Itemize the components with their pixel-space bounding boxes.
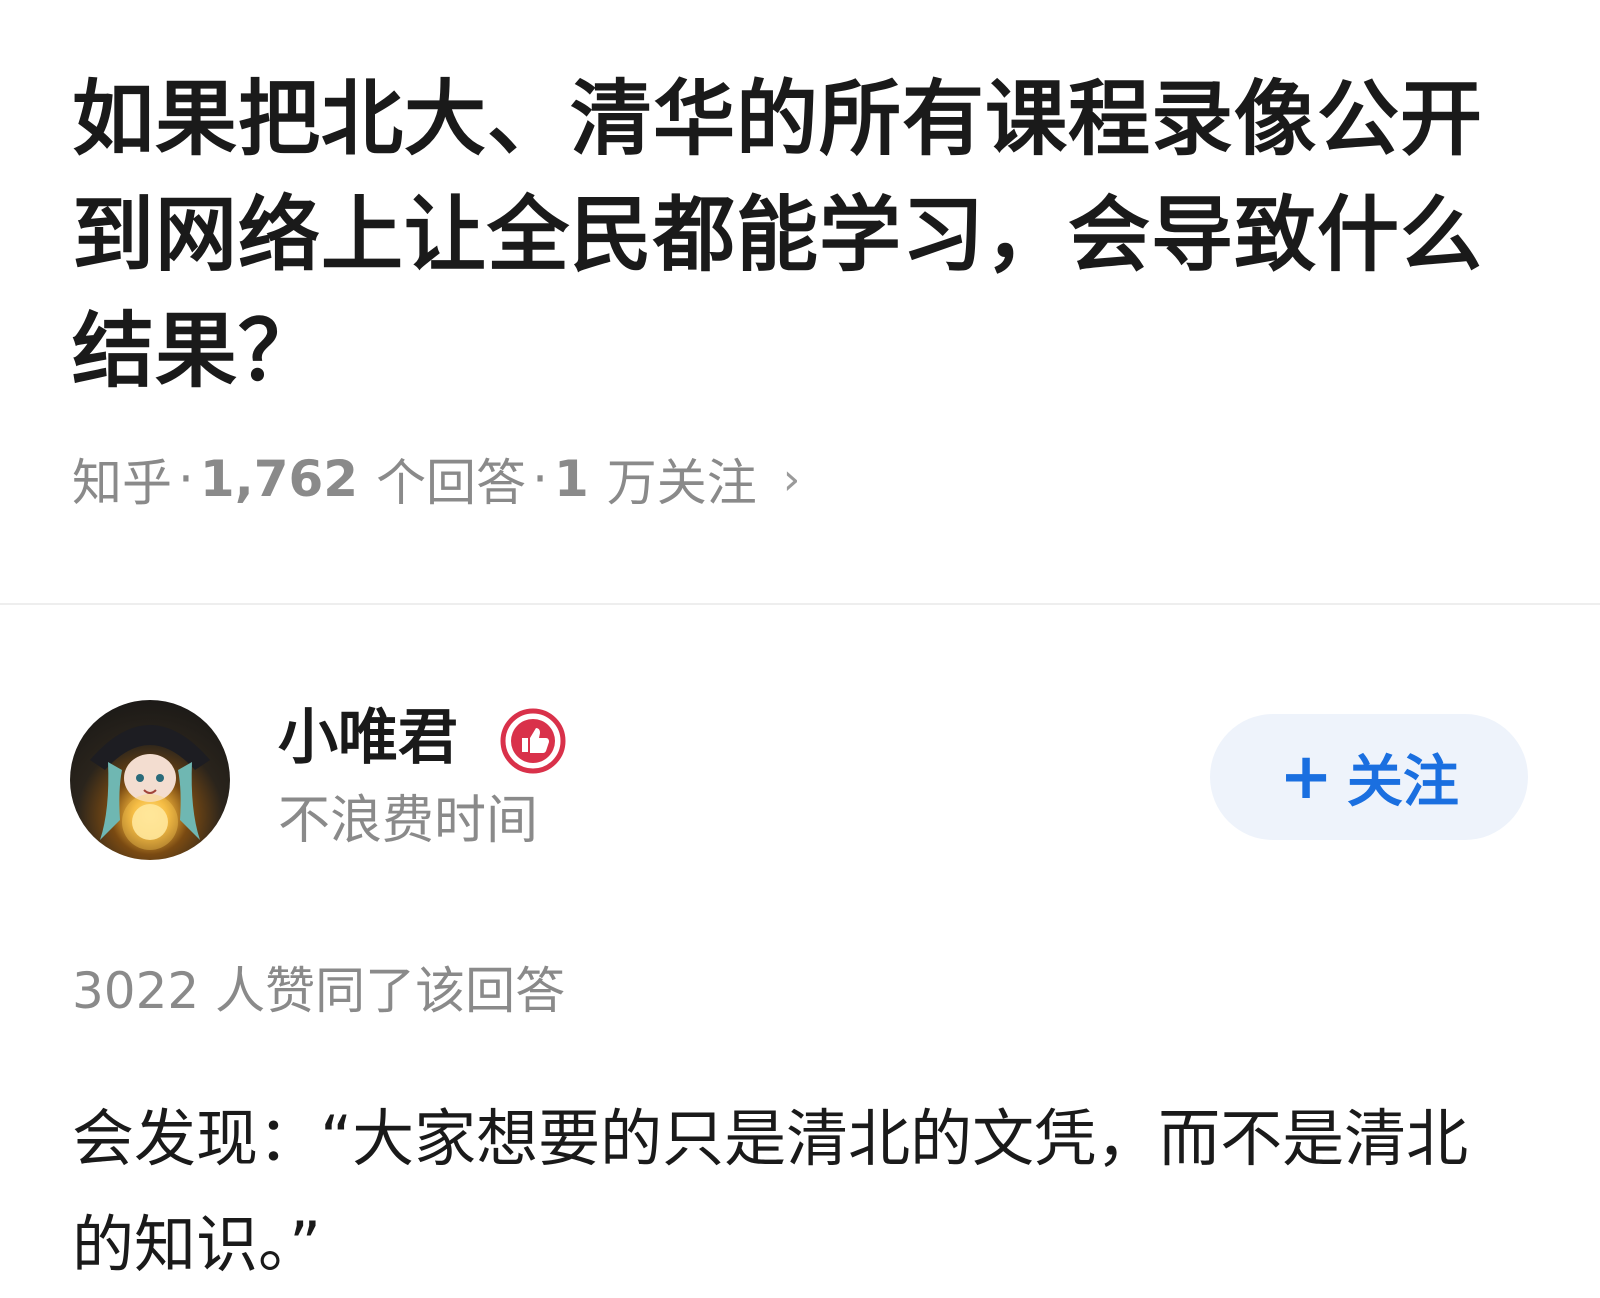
source-label: 知乎 (72, 454, 172, 512)
follow-button[interactable]: + 关注 (1210, 714, 1528, 840)
meta-separator: · (178, 450, 194, 508)
question-meta-link[interactable]: 知乎 · 1,762 个回答 · 1 万关注 › (72, 444, 800, 514)
plus-icon: + (1279, 740, 1333, 814)
thumbs-up-badge-icon (500, 708, 566, 774)
author-bio: 不浪费时间 (278, 791, 539, 851)
chevron-right-icon: › (782, 453, 801, 505)
avatar[interactable] (70, 700, 230, 860)
answers-count: 1,762 (199, 450, 359, 508)
author-row: 小唯君 不浪费时间 + 关注 (0, 690, 1600, 870)
avatar-illustration (90, 725, 210, 850)
question-title[interactable]: 如果把北大、清华的所有课程录像公开到网络上让全民都能学习，会导致什么结果？ (72, 62, 1522, 410)
upvote-count: 3022 人赞同了该回答 (72, 962, 566, 1020)
author-name[interactable]: 小唯君 (278, 698, 458, 778)
follow-button-label: 关注 (1346, 749, 1459, 815)
section-divider (0, 603, 1600, 605)
followers-label: 万关注 (606, 454, 757, 512)
answer-content[interactable]: 会发现：“大家想要的只是清北的文凭，而不是清北的知识。” (72, 1086, 1512, 1298)
followers-count: 1 (553, 450, 589, 508)
question-section: 如果把北大、清华的所有课程录像公开到网络上让全民都能学习，会导致什么结果？ 知乎… (0, 0, 1600, 604)
answers-label: 个回答 (376, 454, 527, 512)
meta-separator-2: · (532, 450, 548, 508)
